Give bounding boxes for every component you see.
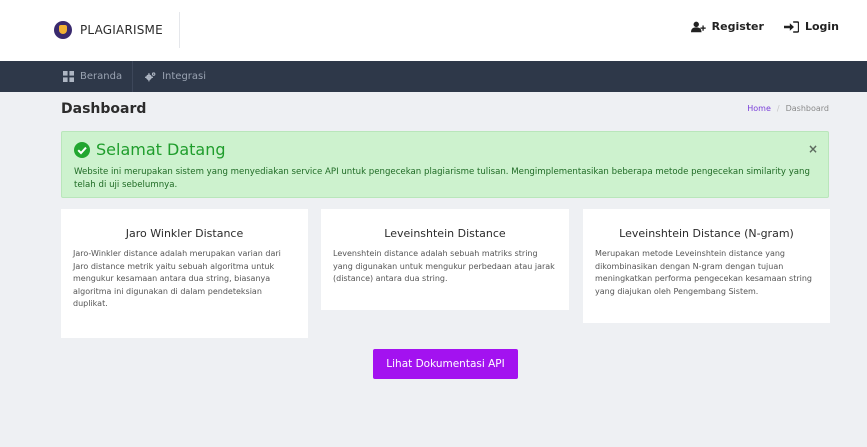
card-levenshtein-ngram: Leveinshtein Distance (N-gram) Merupakan… xyxy=(583,209,830,323)
alert-message: Website ini merupakan sistem yang menyed… xyxy=(74,167,810,190)
login-label: Login xyxy=(804,20,839,33)
breadcrumb-current: Dashboard xyxy=(785,104,829,113)
top-nav: Register Login xyxy=(690,20,839,33)
card-title: Leveinshtein Distance xyxy=(384,227,506,240)
card-body: Levenshtein distance adalah sebuah matri… xyxy=(333,249,555,283)
grid-icon xyxy=(63,71,74,82)
page-title: Dashboard xyxy=(61,101,147,117)
card-body: Merupakan metode Leveinshtein distance y… xyxy=(595,249,812,296)
gears-icon xyxy=(145,72,156,82)
card-body: Jaro-Winkler distance adalah merupakan v… xyxy=(73,249,281,308)
main-nav: Beranda Integrasi xyxy=(0,61,867,92)
breadcrumb-home[interactable]: Home xyxy=(747,104,771,113)
register-label: Register xyxy=(711,20,764,33)
check-circle-icon xyxy=(74,141,90,158)
card-jaro-winkler: Jaro Winkler Distance Jaro-Winkler dista… xyxy=(61,209,308,338)
brand[interactable]: PLAGIARISME xyxy=(38,12,180,48)
close-icon[interactable]: × xyxy=(808,142,818,156)
brand-name: PLAGIARISME xyxy=(80,23,163,37)
login-link[interactable]: Login xyxy=(783,20,839,33)
api-docs-button[interactable]: Lihat Dokumentasi API xyxy=(373,349,518,379)
breadcrumb-separator: / xyxy=(776,104,780,113)
welcome-alert: Selamat Datang Website ini merupakan sis… xyxy=(61,131,829,198)
nav-item-label: Integrasi xyxy=(162,71,207,82)
breadcrumb: Home / Dashboard xyxy=(747,104,829,113)
card-title: Jaro Winkler Distance xyxy=(125,227,244,240)
register-link[interactable]: Register xyxy=(690,20,764,33)
nav-item-label: Beranda xyxy=(80,71,123,82)
sign-in-icon xyxy=(783,20,799,33)
alert-title: Selamat Datang xyxy=(96,140,226,159)
top-bar: PLAGIARISME Register Login xyxy=(0,0,867,62)
nav-item-integrasi[interactable]: Integrasi xyxy=(132,61,216,92)
card-title: Leveinshtein Distance (N-gram) xyxy=(619,227,794,240)
nav-item-beranda[interactable]: Beranda xyxy=(51,61,132,92)
user-plus-icon xyxy=(690,21,706,32)
card-levenshtein: Leveinshtein Distance Levenshtein distan… xyxy=(321,209,569,310)
logo-icon xyxy=(54,21,72,39)
